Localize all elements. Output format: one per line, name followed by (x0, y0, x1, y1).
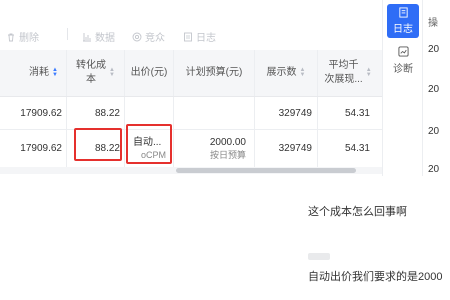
header-budget-label: 计划预算(元) (185, 67, 243, 78)
header-cost-label: 消耗 (29, 67, 50, 78)
trash-icon (8, 33, 14, 41)
table-row[interactable]: 17909.62 88.22 自动... oCPM 2000.00 按日预算 3… (0, 130, 382, 168)
cell-cost: 17909.62 (20, 143, 62, 154)
budget-value: 2000.00 (209, 136, 246, 148)
header-conv-cost-line2: 本 (86, 74, 97, 85)
table-header: 消耗 ▲ ▼ 转化成 本 ▲ ▼ 出价(元) 计划预算(元) 展示数 ▲ ▼ 平均千 (0, 50, 382, 97)
cell-budget[interactable]: 2000.00 按日预算 (174, 130, 246, 167)
header-avg-cpm-line2: 次展现... (324, 74, 363, 85)
sort-icon[interactable]: ▲ ▼ (365, 67, 372, 78)
table-row[interactable]: 17909.62 88.22 329749 54.31 (0, 97, 382, 130)
cell-conv-cost: 88.22 (94, 107, 120, 119)
log-column-value: 20 (428, 164, 440, 175)
log-icon (398, 7, 408, 18)
header-conv-cost[interactable]: 转化成 本 ▲ ▼ (67, 50, 124, 96)
column-divider (124, 97, 125, 129)
toolbar-divider (67, 28, 68, 40)
log-tab-label: 日志 (393, 24, 413, 35)
cell-avg-cpm: 54.31 (344, 107, 370, 119)
data-button[interactable]: 数据 (82, 29, 115, 44)
cell-avg-cpm: 54.31 (344, 143, 370, 154)
chat-area: 这个成本怎么回事啊 自动出价我们要求的是2000 (0, 176, 450, 300)
header-bid: 出价(元) (125, 50, 173, 96)
chart-icon (83, 32, 91, 41)
blurred-username (308, 253, 330, 260)
log-column-value: 20 (428, 126, 440, 137)
log-column-header: 操 (428, 18, 438, 29)
audience-label: 竞众 (145, 33, 165, 44)
audience-button[interactable]: 竞众 (132, 29, 165, 44)
header-impressions-label: 展示数 (266, 67, 297, 78)
diagnose-icon (397, 46, 409, 57)
data-label: 数据 (95, 33, 115, 44)
target-icon (132, 32, 142, 41)
column-divider (173, 97, 174, 129)
scrollbar-thumb[interactable] (176, 168, 356, 173)
header-cost[interactable]: 消耗 ▲ ▼ (0, 50, 66, 96)
sort-down-icon: ▼ (109, 72, 115, 78)
log-column-value: 20 (428, 44, 440, 55)
delete-button[interactable]: 删除 (6, 29, 39, 44)
sort-icon[interactable]: ▲ ▼ (52, 67, 58, 78)
log-label: 日志 (196, 33, 216, 44)
sort-down-icon: ▼ (52, 72, 58, 78)
data-table: 消耗 ▲ ▼ 转化成 本 ▲ ▼ 出价(元) 计划预算(元) 展示数 ▲ ▼ 平均千 (0, 50, 382, 168)
cell-impressions: 329749 (278, 107, 312, 119)
chat-message: 自动出价我们要求的是2000 (308, 271, 443, 283)
header-conv-cost-line1: 转化成 (76, 60, 107, 71)
sort-down-icon: ▼ (299, 72, 306, 78)
delete-label: 删除 (19, 33, 39, 44)
header-conv-cost-label: 转化成 本 (76, 59, 106, 87)
log-tab-button[interactable]: 日志 (387, 4, 419, 38)
header-avg-cpm-line1: 平均千 (328, 60, 359, 71)
sort-down-icon: ▼ (365, 72, 372, 78)
sort-icon[interactable]: ▲ ▼ (109, 67, 115, 78)
chat-message: 这个成本怎么回事啊 (308, 206, 407, 218)
log-column-value: 20 (428, 84, 440, 95)
header-bid-label: 出价(元) (130, 67, 168, 78)
side-panel: 日志 诊断 (382, 0, 423, 176)
log-button[interactable]: 日志 (183, 29, 216, 44)
budget-type: 按日预算 (209, 149, 246, 160)
highlight-box-bid (126, 124, 172, 164)
doc-icon (184, 32, 192, 41)
cell-cost: 17909.62 (20, 107, 62, 119)
header-budget: 计划预算(元) (174, 50, 254, 96)
sort-icon[interactable]: ▲ ▼ (299, 67, 306, 78)
log-column: 操 20 20 20 20 (422, 0, 450, 176)
cell-impressions: 329749 (278, 143, 312, 154)
diagnose-tab-button[interactable]: 诊断 (387, 46, 419, 82)
diagnose-tab-label: 诊断 (393, 64, 413, 75)
header-avg-cpm-label: 平均千 次展现... (324, 59, 362, 87)
highlight-box-conv-cost (74, 128, 122, 161)
header-avg-cpm[interactable]: 平均千 次展现... ▲ ▼ (318, 50, 378, 96)
header-impressions[interactable]: 展示数 ▲ ▼ (255, 50, 317, 96)
